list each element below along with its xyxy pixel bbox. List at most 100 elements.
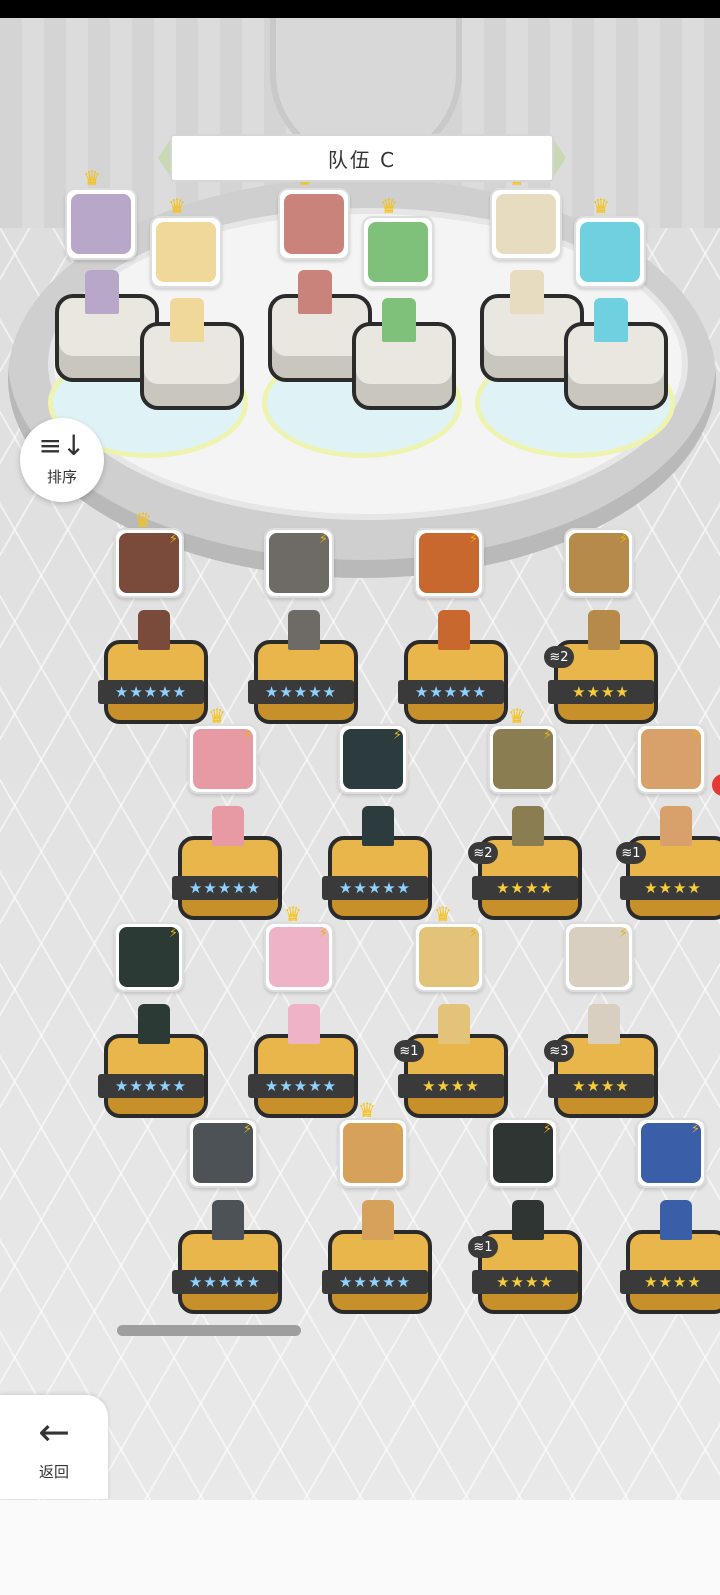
- hero-face: [71, 194, 131, 254]
- duplicate-count-badge: ≋1: [394, 1040, 424, 1062]
- team-slot[interactable]: ♛: [564, 196, 668, 426]
- hero-portrait: ⚡: [636, 724, 706, 794]
- hero-portrait: ⚡: [338, 1118, 408, 1188]
- slot-portrait: [490, 188, 562, 260]
- hero-card[interactable]: ⚡ ♛ ★★★★ ≋1: [394, 904, 510, 1122]
- hero-face: [284, 194, 344, 254]
- duplicate-count-badge: ≋2: [544, 646, 574, 668]
- crown-icon: ♛: [168, 194, 186, 218]
- hero-card[interactable]: ⚡ ★★★★★: [248, 528, 360, 728]
- team-banner: 队伍 C: [158, 134, 566, 182]
- crown-icon: ♛: [284, 902, 302, 926]
- star-rating: ★★★★: [620, 1270, 720, 1294]
- team-slot[interactable]: ♛: [140, 194, 244, 426]
- hero-sprite: [660, 1200, 692, 1240]
- back-button[interactable]: ← 返回: [0, 1395, 108, 1499]
- hero-sprite: [138, 1004, 170, 1044]
- hero-card[interactable]: ⚡ ★★★★ ≋2: [544, 528, 660, 728]
- slot-portrait: [65, 188, 137, 260]
- hero-sprite: [512, 1200, 544, 1240]
- hero-card[interactable]: ⚡ ★★★★★: [322, 724, 434, 924]
- team-slot[interactable]: ♛: [352, 196, 456, 426]
- hero-sprite: [438, 610, 470, 650]
- back-label: 返回: [38, 1463, 69, 1481]
- hero-sprite: [170, 298, 204, 342]
- bottom-bar: [0, 1500, 720, 1595]
- hero-card[interactable]: ⚡ ♛ ★★★★★: [248, 904, 360, 1122]
- hero-portrait: ⚡: [636, 1118, 706, 1188]
- sort-label: 排序: [46, 468, 77, 486]
- hero-card[interactable]: ⚡ ♛ ★★★★★: [172, 706, 284, 924]
- lightning-icon: ⚡: [318, 926, 328, 941]
- lightning-icon: ⚡: [392, 1122, 402, 1137]
- crown-icon: ♛: [508, 704, 526, 728]
- hero-card[interactable]: ⚡ ♛ ★★★★★: [322, 1100, 434, 1318]
- hero-portrait: ⚡: [488, 724, 558, 794]
- hero-card[interactable]: ⚡ ♛ ★★★★ ≋2: [468, 706, 584, 924]
- lightning-icon: ⚡: [618, 926, 628, 941]
- team-slot[interactable]: ♛: [480, 168, 584, 398]
- hero-card[interactable]: ⚡ ★★★★ ≋1!: [616, 724, 720, 924]
- star-rating: ★★★★★: [248, 680, 354, 704]
- team-title: 队伍 C: [327, 147, 397, 172]
- star-rating: ★★★★★: [172, 876, 278, 900]
- banner-cap-left: [158, 140, 170, 176]
- team-slot[interactable]: ♛: [55, 168, 159, 398]
- star-rating: ★★★★: [548, 1074, 654, 1098]
- star-rating: ★★★★: [620, 876, 720, 900]
- team-slot[interactable]: ♛: [268, 168, 372, 398]
- duplicate-count-badge: ≋3: [544, 1040, 574, 1062]
- hero-card[interactable]: ⚡ ★★★★★: [398, 528, 510, 728]
- hero-portrait: ⚡: [114, 528, 184, 598]
- hero-sprite: [362, 1200, 394, 1240]
- hero-face: [368, 222, 428, 282]
- lightning-icon: ⚡: [618, 532, 628, 547]
- hero-face: [580, 222, 640, 282]
- hero-card[interactable]: ⚡ ♛ ★★★★★: [98, 510, 210, 728]
- hero-card[interactable]: ⚡ ★★★★★: [98, 922, 210, 1122]
- hero-face: [156, 222, 216, 282]
- hero-sprite: [288, 1004, 320, 1044]
- duplicate-count-badge: ≋1: [468, 1236, 498, 1258]
- hero-sprite: [85, 270, 119, 314]
- crown-icon: ♛: [134, 508, 152, 532]
- sort-icon: ≡↓: [38, 429, 86, 462]
- sort-button[interactable]: ≡↓ 排序: [20, 418, 104, 502]
- duplicate-count-badge: ≋2: [468, 842, 498, 864]
- hero-portrait: ⚡: [188, 1118, 258, 1188]
- hero-portrait: ⚡: [414, 922, 484, 992]
- star-rating: ★★★★: [472, 876, 578, 900]
- hero-portrait: ⚡: [264, 922, 334, 992]
- crown-icon: ♛: [434, 902, 452, 926]
- horizontal-scrollbar[interactable]: [117, 1325, 301, 1336]
- star-rating: ★★★★★: [398, 680, 504, 704]
- hero-sprite: [382, 298, 416, 342]
- star-rating: ★★★★★: [322, 876, 428, 900]
- hero-card[interactable]: ⚡ ★★★★ ≋1: [468, 1118, 584, 1318]
- star-rating: ★★★★: [398, 1074, 504, 1098]
- star-rating: ★★★★★: [98, 680, 204, 704]
- lightning-icon: ⚡: [690, 1122, 700, 1137]
- hero-sprite: [298, 270, 332, 314]
- hero-sprite: [288, 610, 320, 650]
- status-bar: [0, 0, 720, 18]
- star-rating: ★★★★★: [248, 1074, 354, 1098]
- star-rating: ★★★★: [472, 1270, 578, 1294]
- hero-portrait: ⚡: [188, 724, 258, 794]
- lightning-icon: ⚡: [318, 532, 328, 547]
- slot-portrait: [150, 216, 222, 288]
- crown-icon: ♛: [358, 1098, 376, 1122]
- lightning-icon: ⚡: [168, 926, 178, 941]
- lightning-icon: ⚡: [242, 1122, 252, 1137]
- hero-card[interactable]: ⚡ ★★★★: [620, 1118, 720, 1318]
- lightning-icon: ⚡: [468, 532, 478, 547]
- hero-sprite: [212, 1200, 244, 1240]
- alert-badge: !: [712, 774, 720, 796]
- hero-card[interactable]: ⚡ ★★★★★: [172, 1118, 284, 1318]
- hero-sprite: [512, 806, 544, 846]
- hero-card[interactable]: ⚡ ★★★★ ≋3: [544, 922, 660, 1122]
- star-rating: ★★★★★: [172, 1270, 278, 1294]
- hero-portrait: ⚡: [488, 1118, 558, 1188]
- lightning-icon: ⚡: [468, 926, 478, 941]
- lightning-icon: ⚡: [242, 728, 252, 743]
